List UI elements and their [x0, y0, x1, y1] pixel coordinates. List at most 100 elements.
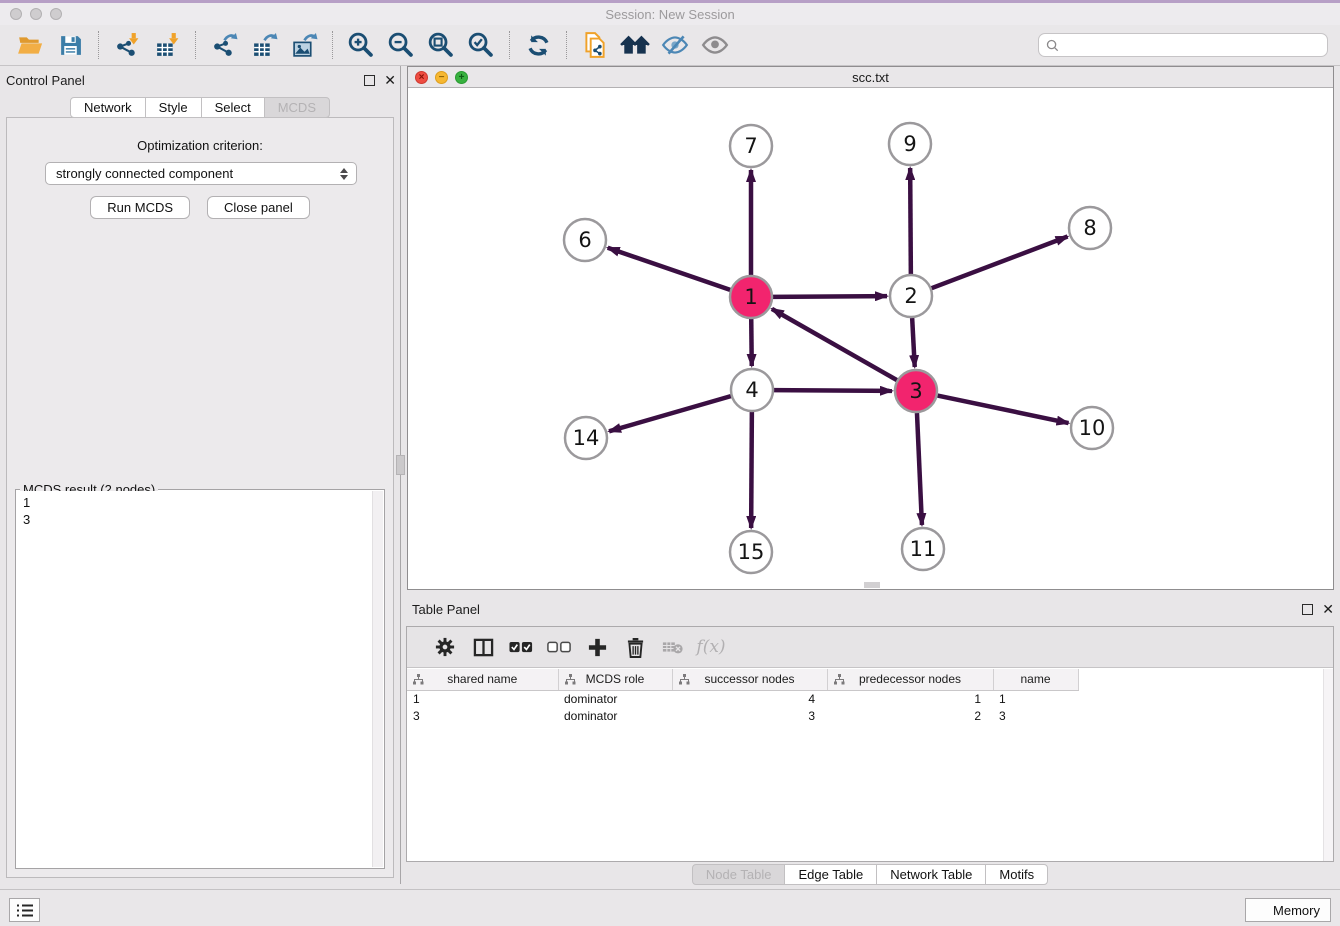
export-image-button[interactable] — [284, 29, 324, 61]
close-panel-icon[interactable]: ✕ — [384, 75, 396, 86]
graph-edge-3-1[interactable] — [772, 309, 897, 380]
table-cell[interactable]: 3 — [407, 707, 558, 724]
table-row[interactable]: 1dominator411 — [407, 690, 1078, 707]
add-column-button[interactable] — [578, 631, 616, 663]
table-cell[interactable]: 3 — [672, 707, 827, 724]
network-close-button[interactable]: × — [415, 71, 428, 84]
mcds-result-scrollbar[interactable] — [372, 491, 383, 867]
close-table-panel-icon[interactable]: ✕ — [1322, 604, 1334, 615]
columns-icon — [473, 637, 494, 658]
toggle-columns-button[interactable] — [464, 631, 502, 663]
delete-column-button[interactable] — [616, 631, 654, 663]
table-settings-button[interactable] — [426, 631, 464, 663]
table-cell[interactable]: 1 — [407, 690, 558, 707]
show-all-button[interactable] — [695, 29, 735, 61]
graph-node-14[interactable]: 14 — [565, 417, 607, 459]
table-scrollbar[interactable] — [1323, 669, 1333, 861]
zoom-in-button[interactable] — [341, 29, 381, 61]
table-cell[interactable]: dominator — [558, 707, 672, 724]
graph-node-4[interactable]: 4 — [731, 369, 773, 411]
optimization-criterion-select[interactable]: strongly connected component — [45, 162, 357, 185]
import-network-button[interactable] — [107, 29, 147, 61]
graph-edge-2-9[interactable] — [910, 168, 911, 274]
table-row[interactable]: 3dominator323 — [407, 707, 1078, 724]
search-box[interactable] — [1038, 33, 1328, 57]
graph-edge-2-8[interactable] — [932, 237, 1068, 289]
memory-button[interactable]: Memory — [1245, 898, 1331, 922]
save-session-button[interactable] — [50, 29, 90, 61]
graph-edge-1-2[interactable] — [773, 296, 887, 297]
toolbar-separator — [509, 31, 510, 59]
tab-edge-table[interactable]: Edge Table — [784, 864, 877, 885]
graph-node-3[interactable]: 3 — [895, 370, 937, 412]
select-all-rows-button[interactable] — [502, 631, 540, 663]
tab-network[interactable]: Network — [70, 97, 146, 118]
graph-edge-2-3[interactable] — [912, 318, 915, 367]
graph-node-11[interactable]: 11 — [902, 528, 944, 570]
graph-node-2[interactable]: 2 — [890, 275, 932, 317]
graph-node-15[interactable]: 15 — [730, 531, 772, 573]
tab-motifs[interactable]: Motifs — [985, 864, 1048, 885]
unchecked-boxes-icon — [547, 640, 571, 655]
export-network-button[interactable] — [204, 29, 244, 61]
hide-selected-button[interactable] — [655, 29, 695, 61]
zoom-fit-button[interactable] — [421, 29, 461, 61]
graph-edge-4-3[interactable] — [774, 390, 892, 391]
delete-table-button[interactable] — [654, 631, 692, 663]
tab-style[interactable]: Style — [145, 97, 202, 118]
tab-select[interactable]: Select — [201, 97, 265, 118]
run-mcds-button[interactable]: Run MCDS — [90, 196, 190, 219]
refresh-button[interactable] — [518, 29, 558, 61]
tab-mcds[interactable]: MCDS — [264, 97, 330, 118]
graph-node-6[interactable]: 6 — [564, 219, 606, 261]
gear-icon — [435, 637, 455, 657]
column-header-mcds-role[interactable]: MCDS role — [558, 669, 672, 690]
network-graph[interactable]: 7 9 6 8 1 2 4 3 14 10 15 11 — [408, 88, 1333, 589]
network-zoom-button[interactable]: + — [455, 71, 468, 84]
column-header-name[interactable]: name — [993, 669, 1078, 690]
zoom-out-button[interactable] — [381, 29, 421, 61]
network-window-titlebar[interactable]: × − + scc.txt — [408, 67, 1333, 88]
graph-node-8[interactable]: 8 — [1069, 207, 1111, 249]
column-header-successor-nodes[interactable]: successor nodes — [672, 669, 827, 690]
table-cell[interactable]: 4 — [672, 690, 827, 707]
panel-splitter-grip[interactable] — [396, 455, 405, 475]
float-panel-icon[interactable] — [364, 75, 375, 86]
network-minimize-button[interactable]: − — [435, 71, 448, 84]
deselect-all-rows-button[interactable] — [540, 631, 578, 663]
table-cell[interactable]: dominator — [558, 690, 672, 707]
zoom-selected-button[interactable] — [461, 29, 501, 61]
network-canvas[interactable]: 7 9 6 8 1 2 4 3 14 10 15 11 — [408, 88, 1333, 589]
graph-node-10[interactable]: 10 — [1071, 407, 1113, 449]
table-cell[interactable]: 1 — [827, 690, 993, 707]
open-session-button[interactable] — [10, 29, 50, 61]
table-cell[interactable]: 2 — [827, 707, 993, 724]
home-button[interactable] — [615, 29, 655, 61]
search-input[interactable] — [1059, 35, 1327, 55]
graph-edge-3-10[interactable] — [938, 396, 1069, 424]
graph-node-7[interactable]: 7 — [730, 125, 772, 167]
graph-edge-1-6[interactable] — [608, 248, 730, 290]
graph-node-9[interactable]: 9 — [889, 123, 931, 165]
window-resize-grip[interactable] — [864, 582, 880, 588]
graph-edge-4-14[interactable] — [609, 396, 731, 431]
graph-edge-3-11[interactable] — [917, 413, 922, 525]
tab-node-table[interactable]: Node Table — [692, 864, 786, 885]
graph-node-1[interactable]: 1 — [730, 276, 772, 318]
export-table-button[interactable] — [244, 29, 284, 61]
float-table-panel-icon[interactable] — [1302, 604, 1313, 615]
import-table-button[interactable] — [147, 29, 187, 61]
column-header-predecessor-nodes[interactable]: predecessor nodes — [827, 669, 993, 690]
panel-splitter[interactable] — [400, 66, 401, 884]
table-cell[interactable]: 3 — [993, 707, 1078, 724]
task-history-button[interactable] — [9, 898, 40, 922]
table-cell[interactable]: 1 — [993, 690, 1078, 707]
graph-edge-1-4[interactable] — [751, 319, 752, 366]
column-header-shared-name[interactable]: shared name — [407, 669, 558, 690]
network-file-button[interactable] — [575, 29, 615, 61]
function-builder-button[interactable]: f(x) — [692, 631, 730, 663]
tab-network-table[interactable]: Network Table — [876, 864, 986, 885]
graph-edge-4-15[interactable] — [751, 412, 752, 528]
node-table: shared name MCDS role successor nodes pr… — [407, 669, 1079, 724]
close-panel-button[interactable]: Close panel — [207, 196, 310, 219]
